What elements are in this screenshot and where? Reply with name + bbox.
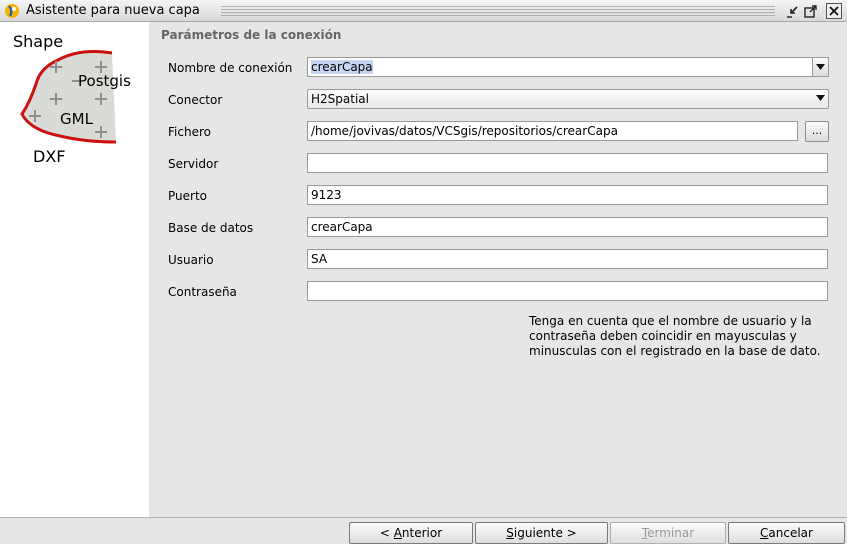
format-label-gml: GML bbox=[60, 110, 93, 128]
connection-name-label: Nombre de conexión bbox=[168, 61, 293, 75]
server-label: Servidor bbox=[168, 157, 219, 171]
chevron-down-icon[interactable] bbox=[812, 58, 828, 76]
title-bar: Asistente para nueva capa bbox=[0, 0, 847, 22]
browse-file-button[interactable]: ... bbox=[805, 121, 829, 142]
port-input[interactable]: 9123 bbox=[307, 185, 828, 205]
database-label: Base de datos bbox=[168, 221, 254, 235]
wizard-side-panel: Shape Postgis GML DXF bbox=[0, 22, 149, 517]
format-label-dxf: DXF bbox=[33, 147, 66, 166]
title-bar-decoration bbox=[221, 6, 775, 16]
cancel-button[interactable]: Cancelar bbox=[728, 522, 845, 544]
next-button[interactable]: Siguiente > bbox=[475, 522, 608, 544]
previous-button-label: nterior bbox=[401, 526, 443, 540]
connection-name-combo[interactable]: crearCapa bbox=[307, 57, 829, 77]
previous-button[interactable]: < Anterior bbox=[349, 522, 473, 544]
iconify-icon[interactable] bbox=[784, 3, 800, 19]
format-label-shape: Shape bbox=[13, 32, 64, 51]
port-label: Puerto bbox=[168, 189, 207, 203]
previous-button-prefix: < bbox=[379, 526, 394, 540]
connection-name-value[interactable]: crearCapa bbox=[311, 60, 373, 74]
cancel-button-label: ancelar bbox=[768, 526, 813, 540]
password-input[interactable] bbox=[307, 281, 828, 301]
finish-button[interactable]: Terminar bbox=[610, 522, 726, 544]
section-title: Parámetros de la conexión bbox=[161, 28, 342, 42]
finish-button-label: erminar bbox=[647, 526, 695, 540]
password-label: Contraseña bbox=[168, 285, 237, 299]
gvsig-app-icon bbox=[5, 4, 19, 18]
file-path-input[interactable]: /home/jovivas/datos/VCSgis/repositorios/… bbox=[307, 121, 798, 141]
file-label: Fichero bbox=[168, 125, 211, 139]
database-input[interactable]: crearCapa bbox=[307, 217, 828, 237]
connector-label: Conector bbox=[168, 93, 223, 107]
connector-value: H2Spatial bbox=[311, 92, 369, 106]
connector-select[interactable]: H2Spatial bbox=[307, 89, 829, 109]
previous-button-mnemonic: A bbox=[393, 526, 402, 540]
next-button-mnemonic: S bbox=[506, 526, 514, 540]
maximize-icon[interactable] bbox=[802, 3, 818, 19]
user-input[interactable]: SA bbox=[307, 249, 828, 269]
next-button-label: iguiente > bbox=[513, 526, 577, 540]
close-icon[interactable] bbox=[826, 3, 842, 19]
server-input[interactable] bbox=[307, 153, 828, 173]
chevron-down-icon[interactable] bbox=[816, 95, 825, 101]
window-title: Asistente para nueva capa bbox=[26, 3, 200, 18]
case-sensitivity-note: Tenga en cuenta que el nombre de usuario… bbox=[529, 314, 821, 358]
format-label-postgis: Postgis bbox=[78, 72, 131, 90]
user-label: Usuario bbox=[168, 253, 214, 267]
